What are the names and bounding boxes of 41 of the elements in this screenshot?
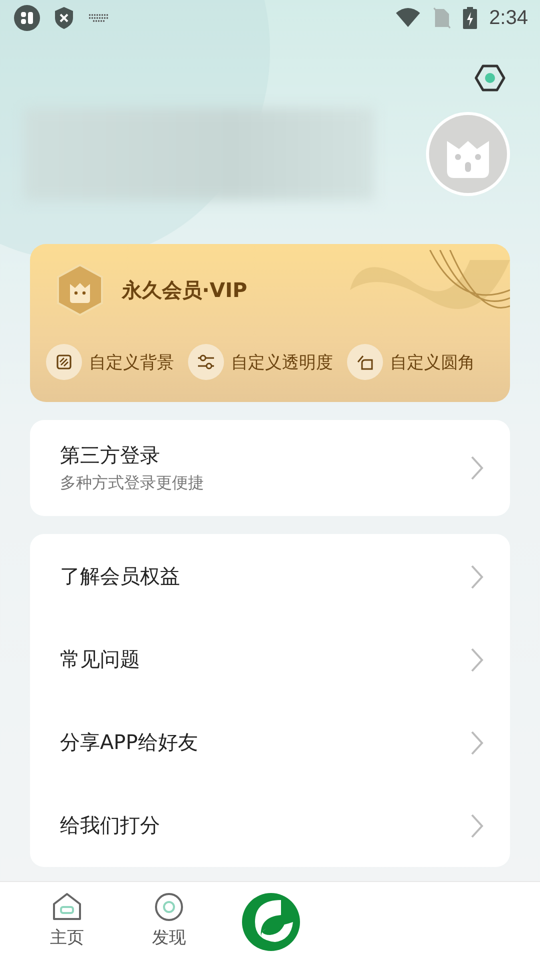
menu-label: 分享APP给好友 xyxy=(60,729,199,756)
chevron-icon xyxy=(470,646,484,672)
menu-label: 给我们打分 xyxy=(60,812,161,839)
no-sim-icon xyxy=(433,7,452,29)
chevron-icon xyxy=(470,812,484,838)
vip-card[interactable]: 永久会员·VIP 自定义背景 自定义透明度 自定义圆角 xyxy=(30,244,510,402)
wifi-icon xyxy=(395,8,422,28)
menu-label: 常见问题 xyxy=(60,646,141,673)
rounded-corner-icon xyxy=(356,354,374,370)
cat-face-icon xyxy=(429,115,507,193)
settings-icon[interactable] xyxy=(474,64,506,92)
tab-label: 主页 xyxy=(50,927,84,949)
row-title: 第三方登录 xyxy=(60,442,161,469)
discover-icon xyxy=(154,892,184,922)
image-icon xyxy=(56,354,72,370)
chevron-icon xyxy=(470,564,484,590)
battery-charging-icon xyxy=(463,7,478,29)
sliders-icon xyxy=(197,354,215,370)
menu-row[interactable]: 常见问题 xyxy=(30,618,510,701)
row-subtitle: 多种方式登录更便捷 xyxy=(60,473,205,494)
app-icon xyxy=(14,5,40,31)
feature-label: 自定义圆角 xyxy=(390,352,475,374)
vip-title: 永久会员·VIP xyxy=(122,276,248,304)
menu-row[interactable]: 分享APP给好友 xyxy=(30,701,510,784)
menu-label: 了解会员权益 xyxy=(60,563,181,590)
feature-label: 自定义透明度 xyxy=(231,352,333,374)
chevron-icon xyxy=(470,455,484,481)
keyboard-icon xyxy=(88,13,110,23)
menu-row[interactable]: 给我们打分 xyxy=(30,784,510,867)
third-party-login-row[interactable]: 第三方登录 多种方式登录更便捷 xyxy=(30,420,510,516)
shield-icon xyxy=(54,6,74,30)
chevron-icon xyxy=(470,730,484,756)
status-time: 2:34 xyxy=(395,6,528,30)
leaf-logo-icon xyxy=(241,892,301,952)
menu-row[interactable]: 了解会员权益 xyxy=(30,535,510,618)
tab-item[interactable]: 发现 xyxy=(118,882,220,949)
tab-label: 发现 xyxy=(152,927,186,949)
crown-badge-icon xyxy=(56,264,104,316)
home-icon xyxy=(52,892,82,922)
feature-label: 自定义背景 xyxy=(89,352,174,374)
tab-item[interactable]: 主页 xyxy=(16,882,118,949)
